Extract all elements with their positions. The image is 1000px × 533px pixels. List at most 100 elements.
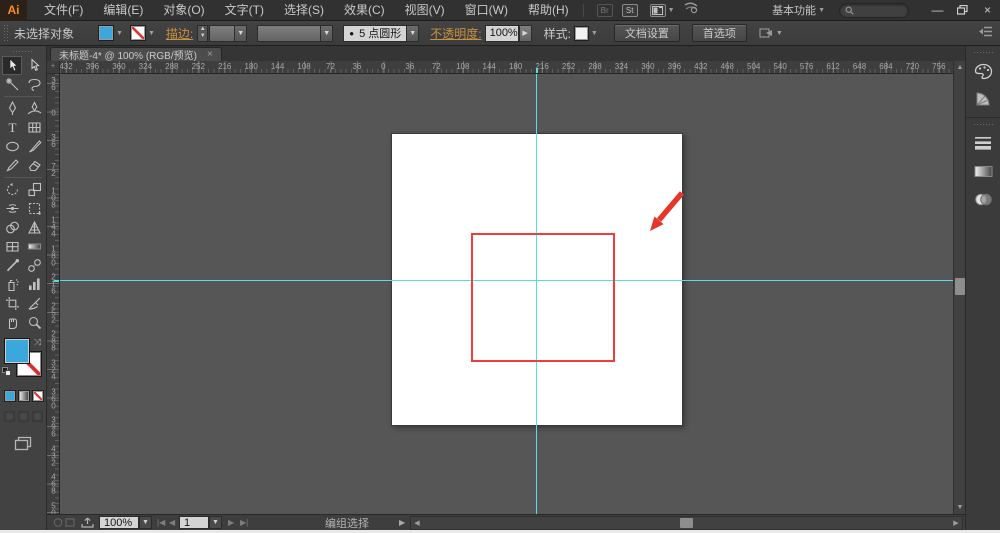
rectangular-grid-tool[interactable] xyxy=(24,118,44,137)
ruler-origin-corner[interactable]: + xyxy=(47,61,60,74)
stroke-weight-stepper[interactable]: ▲ ▼ xyxy=(197,24,209,42)
vertical-ruler[interactable]: 3 6 0 3 6 7 2 1 0 8 1 4 4 1 8 0 2 1 6 2 5 2 2 8 8… xyxy=(47,74,60,514)
chevron-down-icon[interactable]: ▼ xyxy=(668,7,675,14)
opacity-arrow-button[interactable]: ▶ xyxy=(518,24,532,42)
screen-mode-icon[interactable] xyxy=(14,436,46,456)
stroke-weight-combo[interactable]: ▼ xyxy=(209,24,248,42)
mesh-tool[interactable] xyxy=(2,237,22,256)
chevron-down-icon[interactable]: ▼ xyxy=(114,30,125,37)
collapse-panel-icon[interactable] xyxy=(979,26,992,40)
chevron-down-icon[interactable]: ▼ xyxy=(818,7,825,14)
restore-button[interactable] xyxy=(950,1,975,19)
brush-definition-combo[interactable]: ● 5 点圆形 ▼ xyxy=(343,24,420,42)
gradient-tool[interactable] xyxy=(24,237,44,256)
column-graph-tool[interactable] xyxy=(24,275,44,294)
none-button[interactable] xyxy=(32,390,44,402)
menu-item[interactable]: 帮助(H) xyxy=(518,0,579,21)
gesture-icon[interactable] xyxy=(683,1,699,19)
artboard-dropdown-icon[interactable]: ▼ xyxy=(209,516,222,529)
menu-item[interactable]: 选择(S) xyxy=(274,0,334,21)
menu-item[interactable]: 文字(T) xyxy=(215,0,274,21)
color-button[interactable] xyxy=(4,390,16,402)
color-panel-icon[interactable] xyxy=(971,59,995,83)
panel-grip[interactable] xyxy=(12,50,34,54)
free-transform-tool[interactable] xyxy=(24,199,44,218)
draw-inside-icon[interactable] xyxy=(32,411,43,422)
blend-tool[interactable] xyxy=(24,256,44,275)
curvature-tool[interactable] xyxy=(24,99,44,118)
preferences-button[interactable]: 首选项 xyxy=(691,24,747,42)
last-artboard-icon[interactable]: ▶| xyxy=(240,516,248,529)
panel-grip[interactable] xyxy=(973,123,993,127)
draw-behind-icon[interactable] xyxy=(18,411,29,422)
horizontal-ruler[interactable]: 432 396 360 324 288 252 216 180 144 108 72 36 0 36 72 1… xyxy=(60,61,953,74)
scale-tool[interactable] xyxy=(24,180,44,199)
bridge-icon[interactable]: Br xyxy=(596,3,613,17)
panel-grip[interactable] xyxy=(973,51,993,55)
pen-tool[interactable] xyxy=(2,99,22,118)
gradient-panel-icon[interactable] xyxy=(971,159,995,183)
fill-swatch[interactable] xyxy=(4,338,30,364)
search-input[interactable] xyxy=(839,2,909,18)
zoom-tool[interactable] xyxy=(24,313,44,332)
opacity-combo[interactable]: 100% xyxy=(484,24,519,42)
menu-item[interactable]: 效果(C) xyxy=(334,0,395,21)
shape-builder-tool[interactable] xyxy=(2,218,22,237)
symbol-sprayer-tool[interactable] xyxy=(2,275,22,294)
perspective-grid-tool[interactable] xyxy=(24,218,44,237)
document-setup-button[interactable]: 文档设置 xyxy=(613,24,680,42)
style-swatch[interactable] xyxy=(573,25,589,41)
color-guide-panel-icon[interactable] xyxy=(971,87,995,111)
document-tab[interactable]: 未标题-4* @ 100% (RGB/预览) × xyxy=(50,47,222,62)
next-artboard-icon[interactable]: ▶ xyxy=(228,516,234,529)
chevron-down-icon[interactable]: ▼ xyxy=(589,30,600,37)
vertical-scrollbar[interactable]: ▲ ▼ xyxy=(953,61,965,514)
lasso-tool[interactable] xyxy=(24,75,44,94)
artboard-tool[interactable] xyxy=(2,294,22,313)
close-icon[interactable]: × xyxy=(207,49,213,60)
zoom-level-field[interactable]: 100% xyxy=(99,516,139,529)
fill-color-swatch[interactable] xyxy=(98,25,115,41)
draw-normal-icon[interactable] xyxy=(4,411,15,422)
menu-item[interactable]: 视图(V) xyxy=(395,0,455,21)
minimize-button[interactable]: — xyxy=(925,1,950,19)
current-tool-indicator[interactable]: 编组选择 xyxy=(277,516,417,530)
rotate-tool[interactable] xyxy=(2,180,22,199)
direct-selection-tool[interactable] xyxy=(24,56,44,75)
horizontal-scroll-thumb[interactable] xyxy=(680,518,693,528)
scroll-right-icon[interactable]: ▶ xyxy=(950,517,962,529)
close-button[interactable]: × xyxy=(975,1,1000,19)
vertical-scroll-thumb[interactable] xyxy=(955,278,965,295)
chevron-down-icon[interactable]: ▼ xyxy=(320,25,333,41)
chevron-down-icon[interactable]: ▼ xyxy=(774,30,785,37)
type-tool[interactable]: T xyxy=(2,118,22,137)
stroke-color-swatch[interactable] xyxy=(129,25,146,41)
ellipse-tool[interactable] xyxy=(2,137,22,156)
hand-tool[interactable] xyxy=(2,313,22,332)
slice-tool[interactable] xyxy=(24,294,44,313)
selection-tool[interactable] xyxy=(2,56,22,75)
artboard-number-field[interactable]: 1 xyxy=(179,516,209,529)
chevron-down-icon[interactable]: ▼ xyxy=(146,30,157,37)
menu-item[interactable]: 窗口(W) xyxy=(455,0,518,21)
first-artboard-icon[interactable]: |◀ xyxy=(157,516,165,529)
paintbrush-tool[interactable] xyxy=(24,137,44,156)
arrange-documents-icon[interactable] xyxy=(649,3,666,17)
variable-width-combo[interactable]: ▼ xyxy=(257,24,334,42)
drawn-rectangle[interactable] xyxy=(471,233,615,362)
selection-alignment-icon[interactable]: ▼ xyxy=(759,27,785,39)
swap-fill-stroke-icon[interactable]: ⤨ xyxy=(34,337,41,348)
export-icon[interactable] xyxy=(81,516,94,529)
stroke-weight-label[interactable]: 描边: xyxy=(166,25,193,42)
pencil-tool[interactable] xyxy=(2,156,22,175)
menu-item[interactable]: 文件(F) xyxy=(34,0,93,21)
scroll-left-icon[interactable]: ◀ xyxy=(411,517,423,529)
workspace-switcher[interactable]: 基本功能 xyxy=(772,2,816,18)
zoom-dropdown-icon[interactable]: ▼ xyxy=(139,516,152,529)
chevron-down-icon[interactable]: ▼ xyxy=(234,25,247,41)
chevron-down-icon[interactable]: ▼ xyxy=(406,25,419,41)
magic-wand-tool[interactable] xyxy=(2,75,22,94)
eraser-tool[interactable] xyxy=(24,156,44,175)
panel-grip[interactable] xyxy=(3,24,8,42)
menu-item[interactable]: 对象(O) xyxy=(153,0,214,21)
